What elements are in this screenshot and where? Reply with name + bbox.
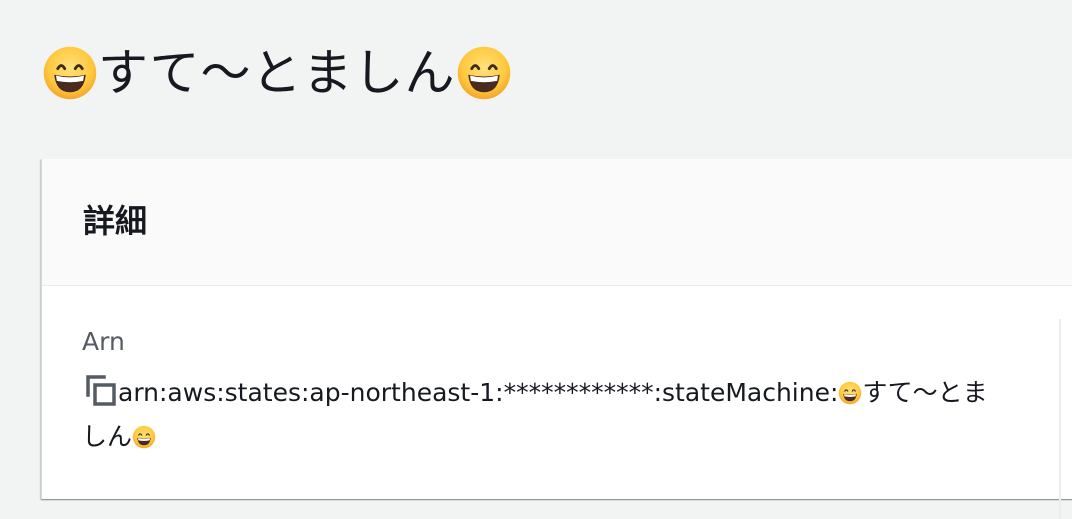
page-title: すて〜とましん [42,38,512,108]
copy-icon[interactable] [82,373,118,407]
grin-emoji-icon [456,45,512,101]
details-heading: 詳細 [83,202,148,240]
arn-value: arn:aws:states:ap-northeast-1:**********… [82,371,1017,459]
column-divider [1059,319,1061,519]
grin-emoji-icon [838,381,862,405]
page-title-text: すて〜とましん [98,44,456,102]
arn-value-prefix: arn:aws:states:ap-northeast-1:**********… [118,378,839,407]
grin-emoji-icon [132,425,156,449]
details-panel: 詳細 Arn arn:aws:states:ap-northeast-1:***… [41,159,1072,519]
grin-emoji-icon [42,45,98,101]
arn-value-suffix: しん [82,422,133,451]
arn-label: Arn [82,327,125,356]
details-panel-header: 詳細 [42,159,1072,286]
arn-value-middle: すて〜とま [862,378,988,407]
